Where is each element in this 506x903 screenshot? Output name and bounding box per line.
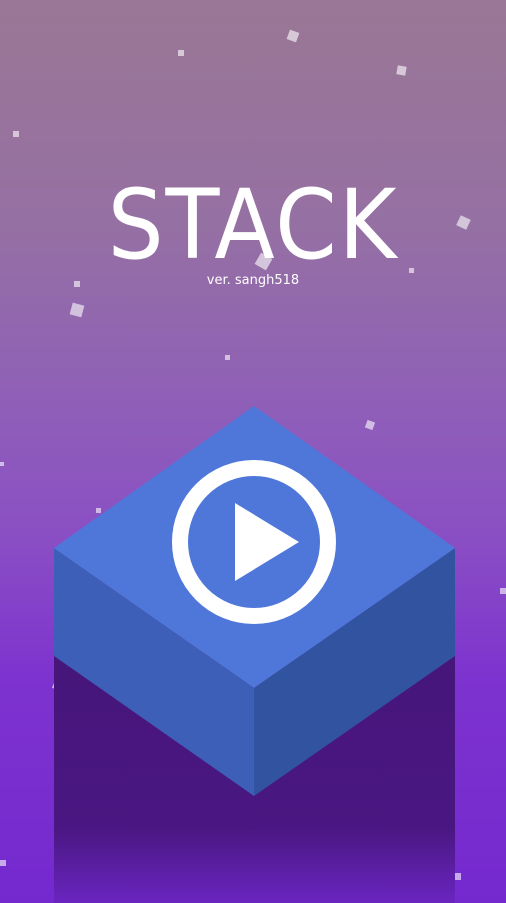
game-title: STACK [107, 169, 399, 281]
stack-block-scene [54, 406, 455, 903]
version-label: ver. sangh518 [206, 273, 300, 288]
play-button[interactable] [172, 460, 336, 624]
